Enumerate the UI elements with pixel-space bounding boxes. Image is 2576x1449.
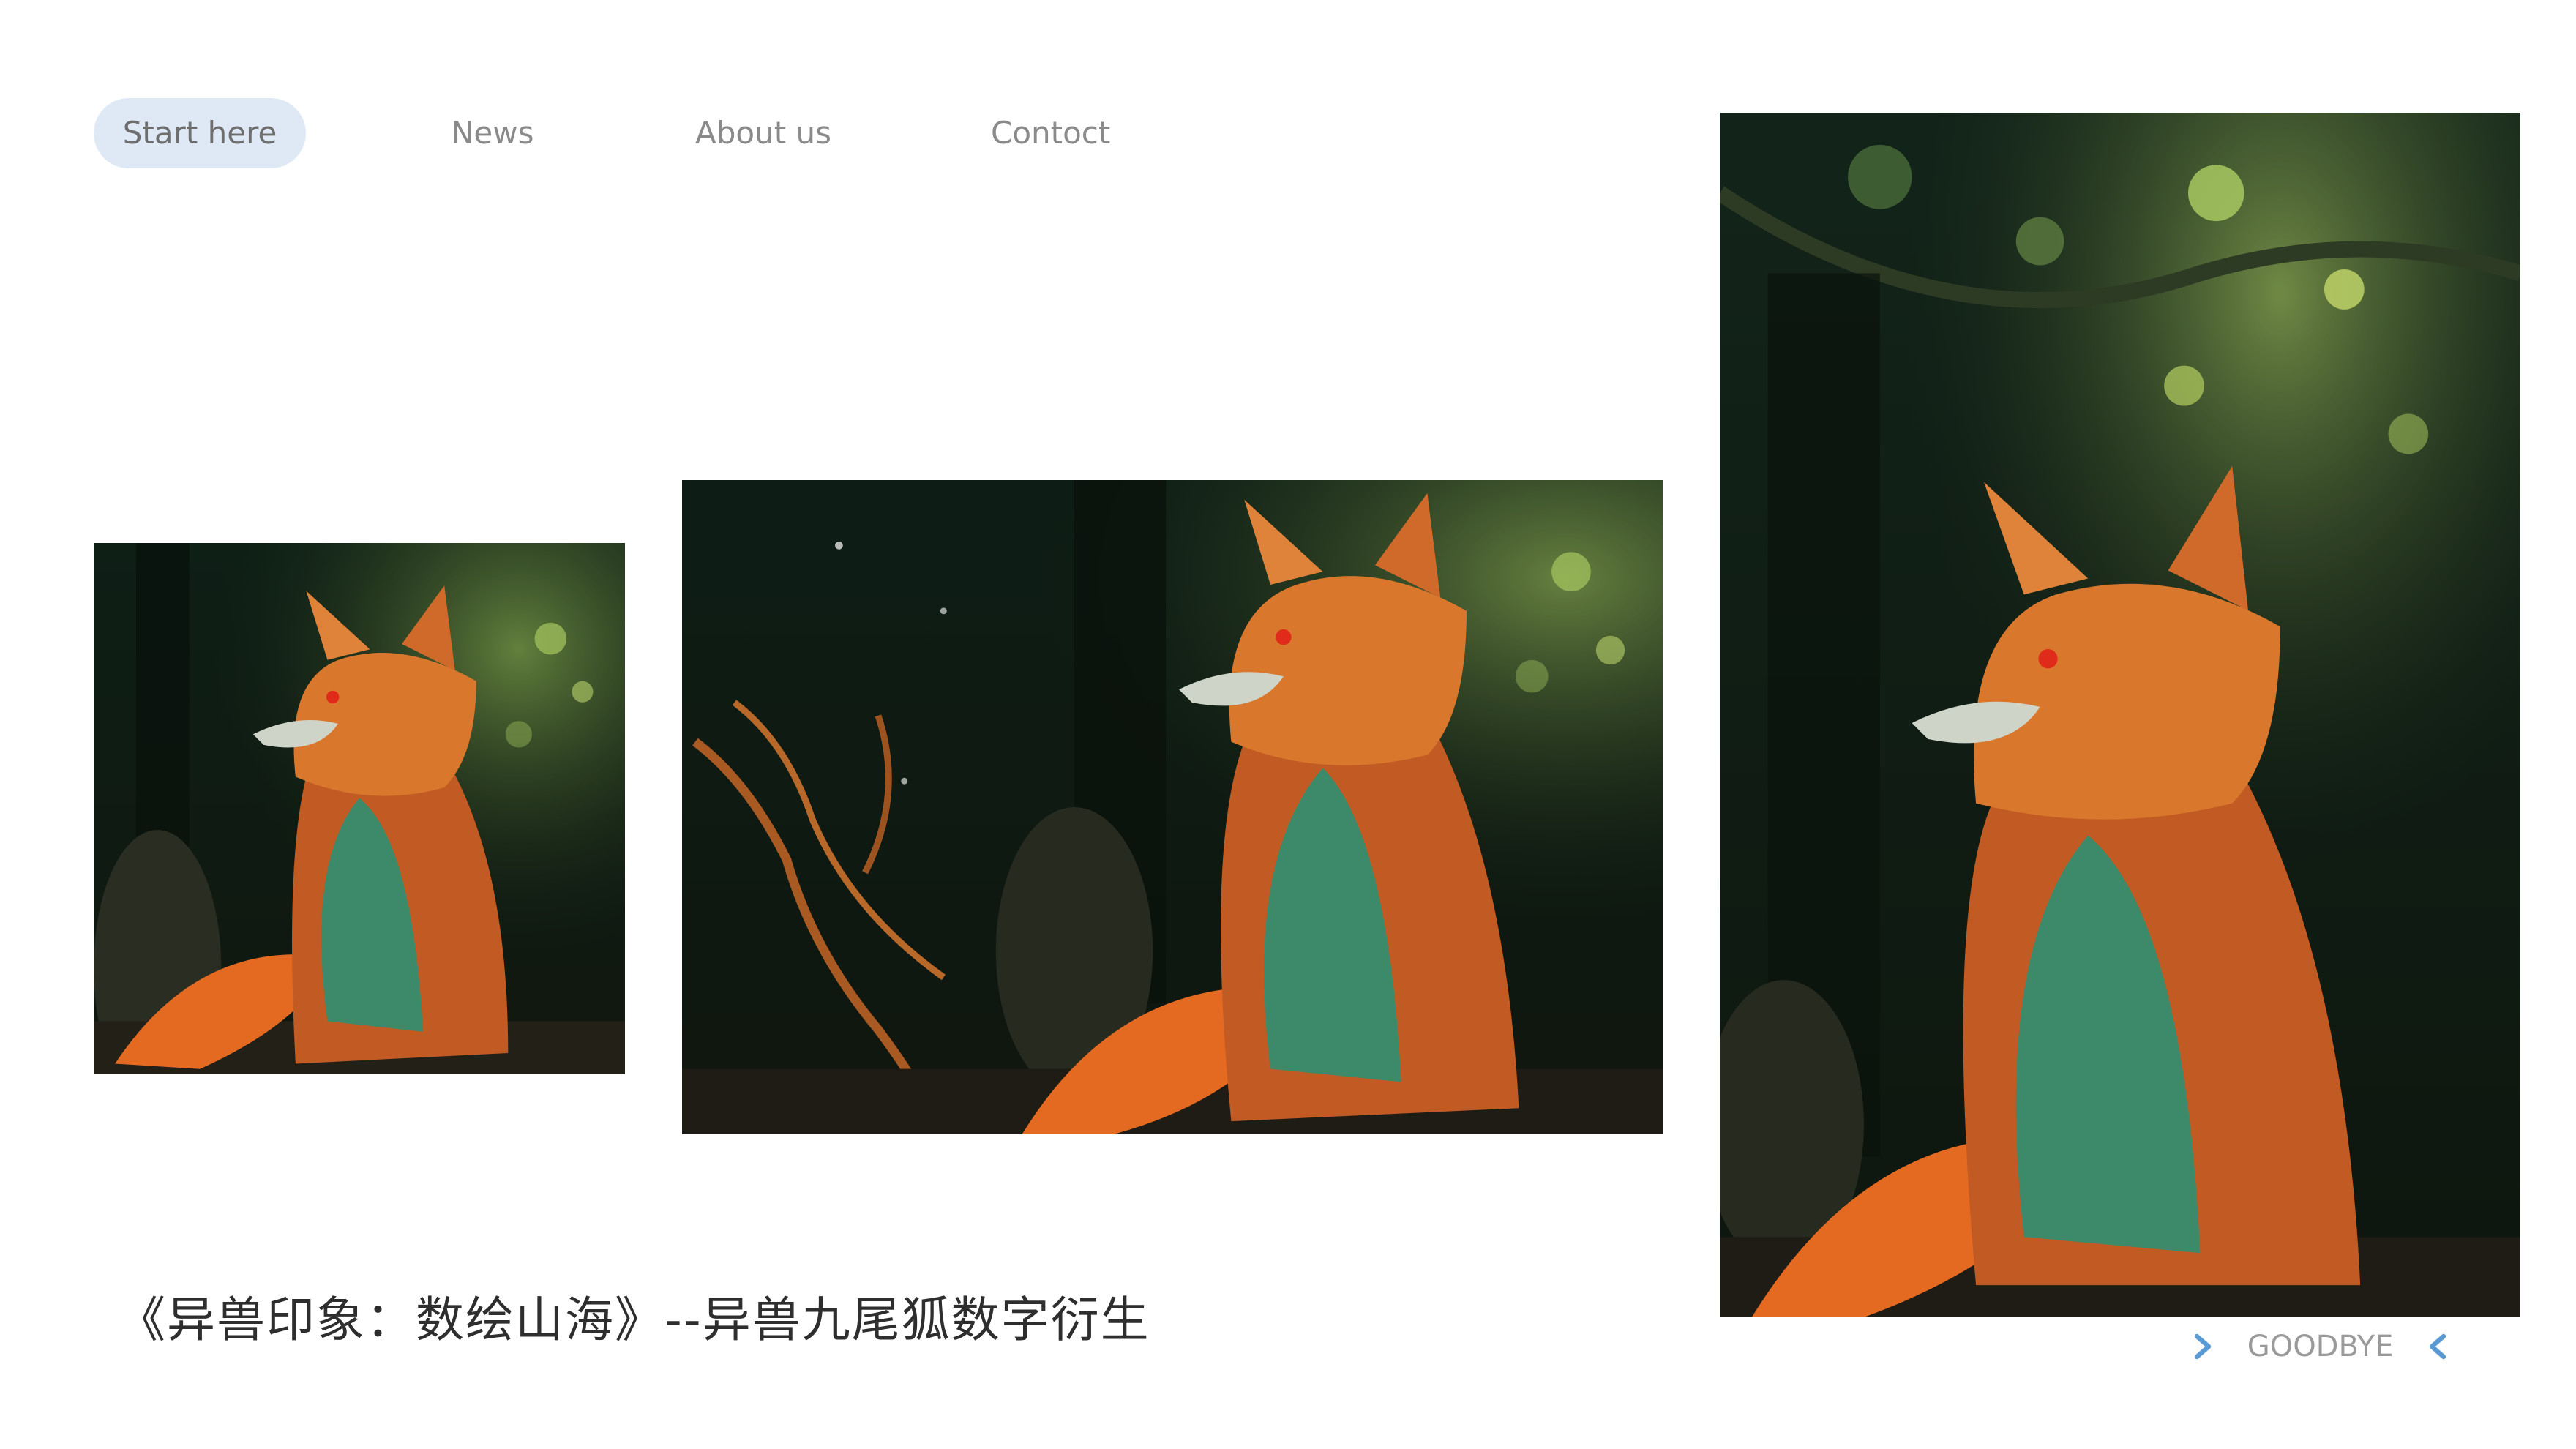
fox-image-portrait[interactable] — [1720, 113, 2520, 1317]
artwork-caption: 《异兽印象：数绘山海》--异兽九尾狐数字衍生 — [117, 1292, 1150, 1348]
fox-illustration — [682, 480, 1663, 1134]
fox-illustration — [94, 543, 625, 1074]
nav-contact[interactable]: Contoct — [991, 98, 1110, 168]
footer-goodbye[interactable]: GOODBYE — [2188, 1322, 2452, 1368]
footer-label: GOODBYE — [2247, 1330, 2394, 1363]
nav-start-here[interactable]: Start here — [94, 98, 306, 168]
fox-image-square[interactable] — [94, 543, 625, 1074]
nav-about-us[interactable]: About us — [695, 98, 831, 168]
top-nav: Start here News About us Contoct — [0, 0, 1171, 190]
chevron-right-icon — [2194, 1333, 2212, 1360]
fox-image-landscape[interactable] — [682, 480, 1663, 1134]
fox-illustration — [1720, 113, 2520, 1317]
nav-news[interactable]: News — [451, 98, 534, 168]
chevron-left-icon — [2429, 1333, 2446, 1360]
page: Start here News About us Contoct 《异兽印象：数… — [0, 0, 2576, 1449]
